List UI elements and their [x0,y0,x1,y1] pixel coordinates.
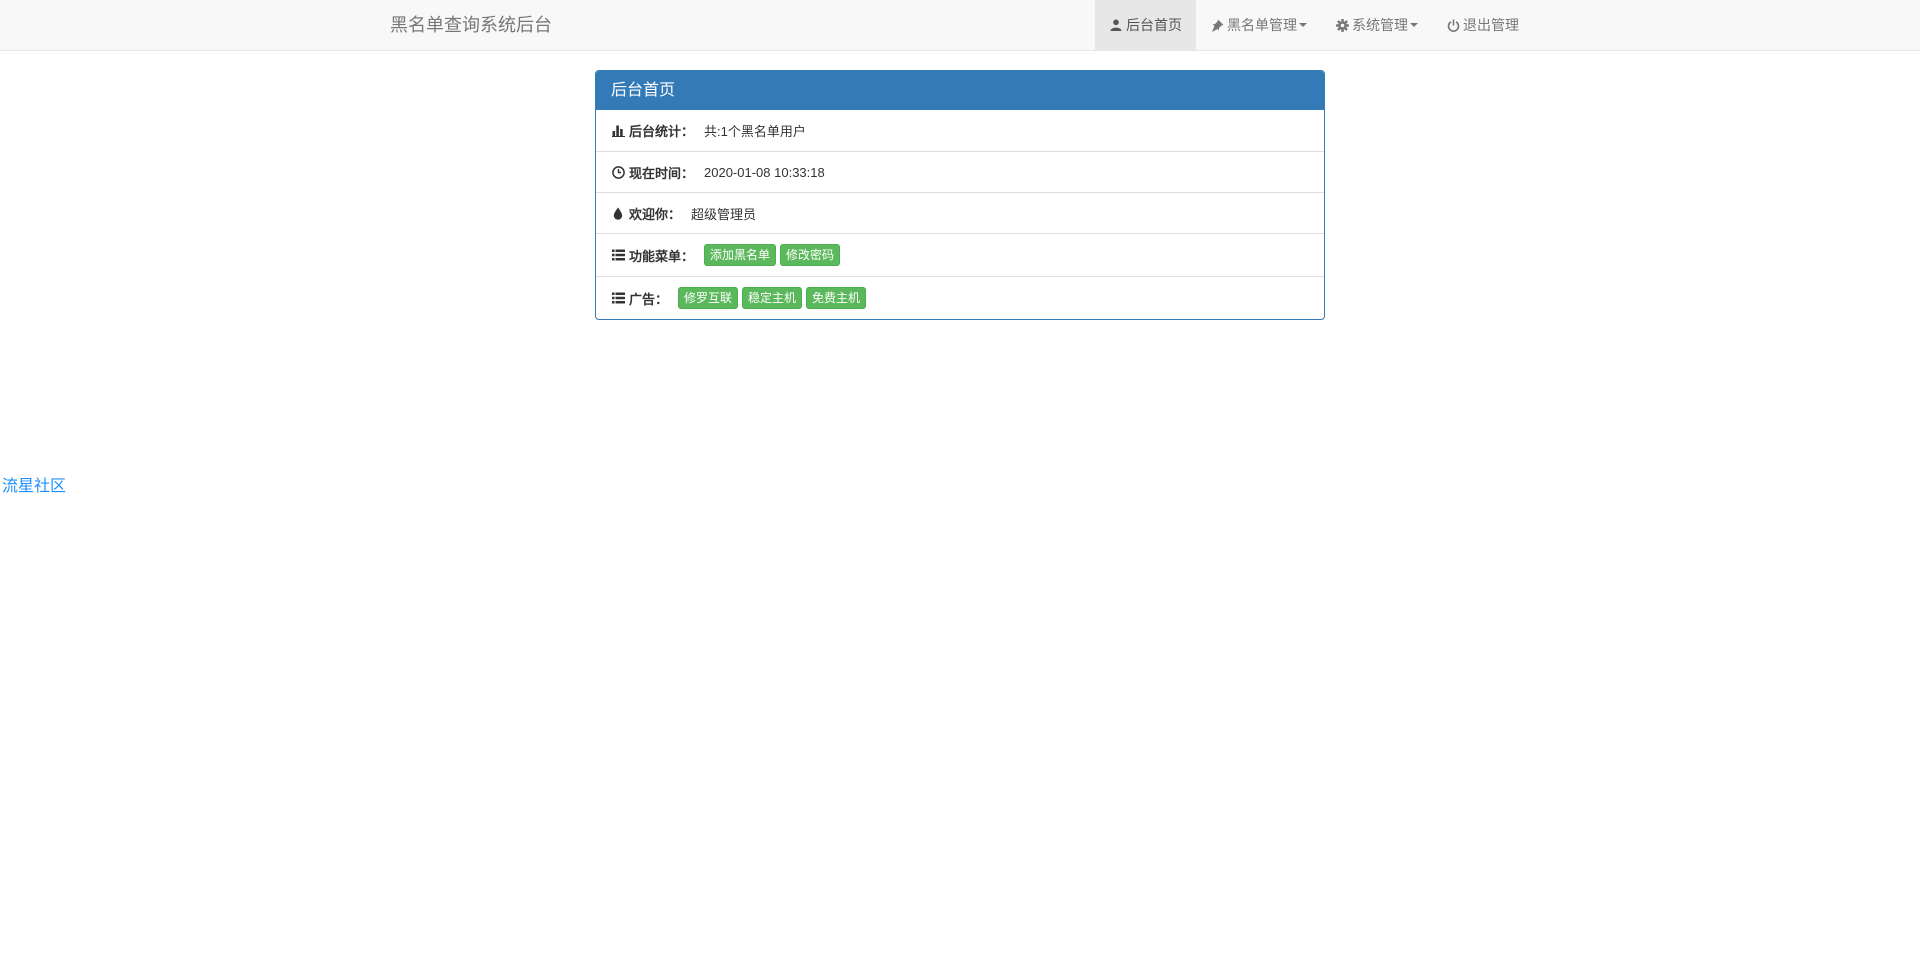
stats-value: 共:1个黑名单用户 [704,124,806,139]
pushpin-icon [1210,18,1224,32]
nav-item-home[interactable]: 后台首页 [1095,0,1196,50]
list-item-stats: 后台统计： 共:1个黑名单用户 [596,110,1324,151]
nav-item-system[interactable]: 系统管理 [1321,0,1432,50]
time-label: 现在时间： [629,165,695,181]
brand-title[interactable]: 黑名单查询系统后台 [390,0,552,50]
power-icon [1446,18,1460,32]
add-blacklist-button[interactable]: 添加黑名单 [704,244,777,266]
ad-button-free-host[interactable]: 免费主机 [806,287,867,309]
user-icon [1109,18,1123,32]
chevron-down-icon [1410,23,1418,27]
gear-icon [1335,18,1349,32]
nav-item-logout-label: 退出管理 [1463,17,1519,33]
welcome-value: 超级管理员 [691,206,757,222]
clock-icon [611,165,625,179]
time-value: 2020-01-08 10:33:18 [704,164,825,180]
list-icon [611,291,625,305]
ad-button-xiuluo[interactable]: 修罗互联 [678,287,739,309]
menu-label: 功能菜单： [629,248,695,264]
tint-icon [611,206,625,220]
top-navbar: 黑名单查询系统后台 后台首页 黑名单管理 系统管理 退出管理 [0,0,1920,51]
nav-item-logout[interactable]: 退出管理 [1432,0,1533,50]
community-link[interactable]: 流星社区 [2,472,66,496]
list-item-ads: 广告： 修罗互联 稳定主机 免费主机 [596,276,1324,319]
nav-menu: 后台首页 黑名单管理 系统管理 退出管理 [1095,0,1533,50]
nav-item-blacklist[interactable]: 黑名单管理 [1196,0,1321,50]
welcome-label: 欢迎你： [629,206,682,222]
dashboard-panel: 后台首页 后台统计： 共:1个黑名单用户 现在时间： 2020-01-08 10… [595,70,1325,320]
panel-title: 后台首页 [596,71,1324,110]
list-item-welcome: 欢迎你： 超级管理员 [596,192,1324,233]
change-password-button[interactable]: 修改密码 [780,244,841,266]
stats-label: 后台统计： [629,124,695,139]
bar-chart-icon [611,124,625,138]
nav-item-system-label: 系统管理 [1352,17,1408,33]
nav-item-home-label: 后台首页 [1126,17,1182,33]
list-item-time: 现在时间： 2020-01-08 10:33:18 [596,151,1324,192]
ad-button-stable-host[interactable]: 稳定主机 [742,287,803,309]
ads-label: 广告： [629,291,669,307]
panel-list: 后台统计： 共:1个黑名单用户 现在时间： 2020-01-08 10:33:1… [596,110,1324,319]
list-item-menu: 功能菜单： 添加黑名单 修改密码 [596,233,1324,276]
list-icon [611,248,625,262]
chevron-down-icon [1299,23,1307,27]
nav-item-blacklist-label: 黑名单管理 [1227,17,1297,33]
